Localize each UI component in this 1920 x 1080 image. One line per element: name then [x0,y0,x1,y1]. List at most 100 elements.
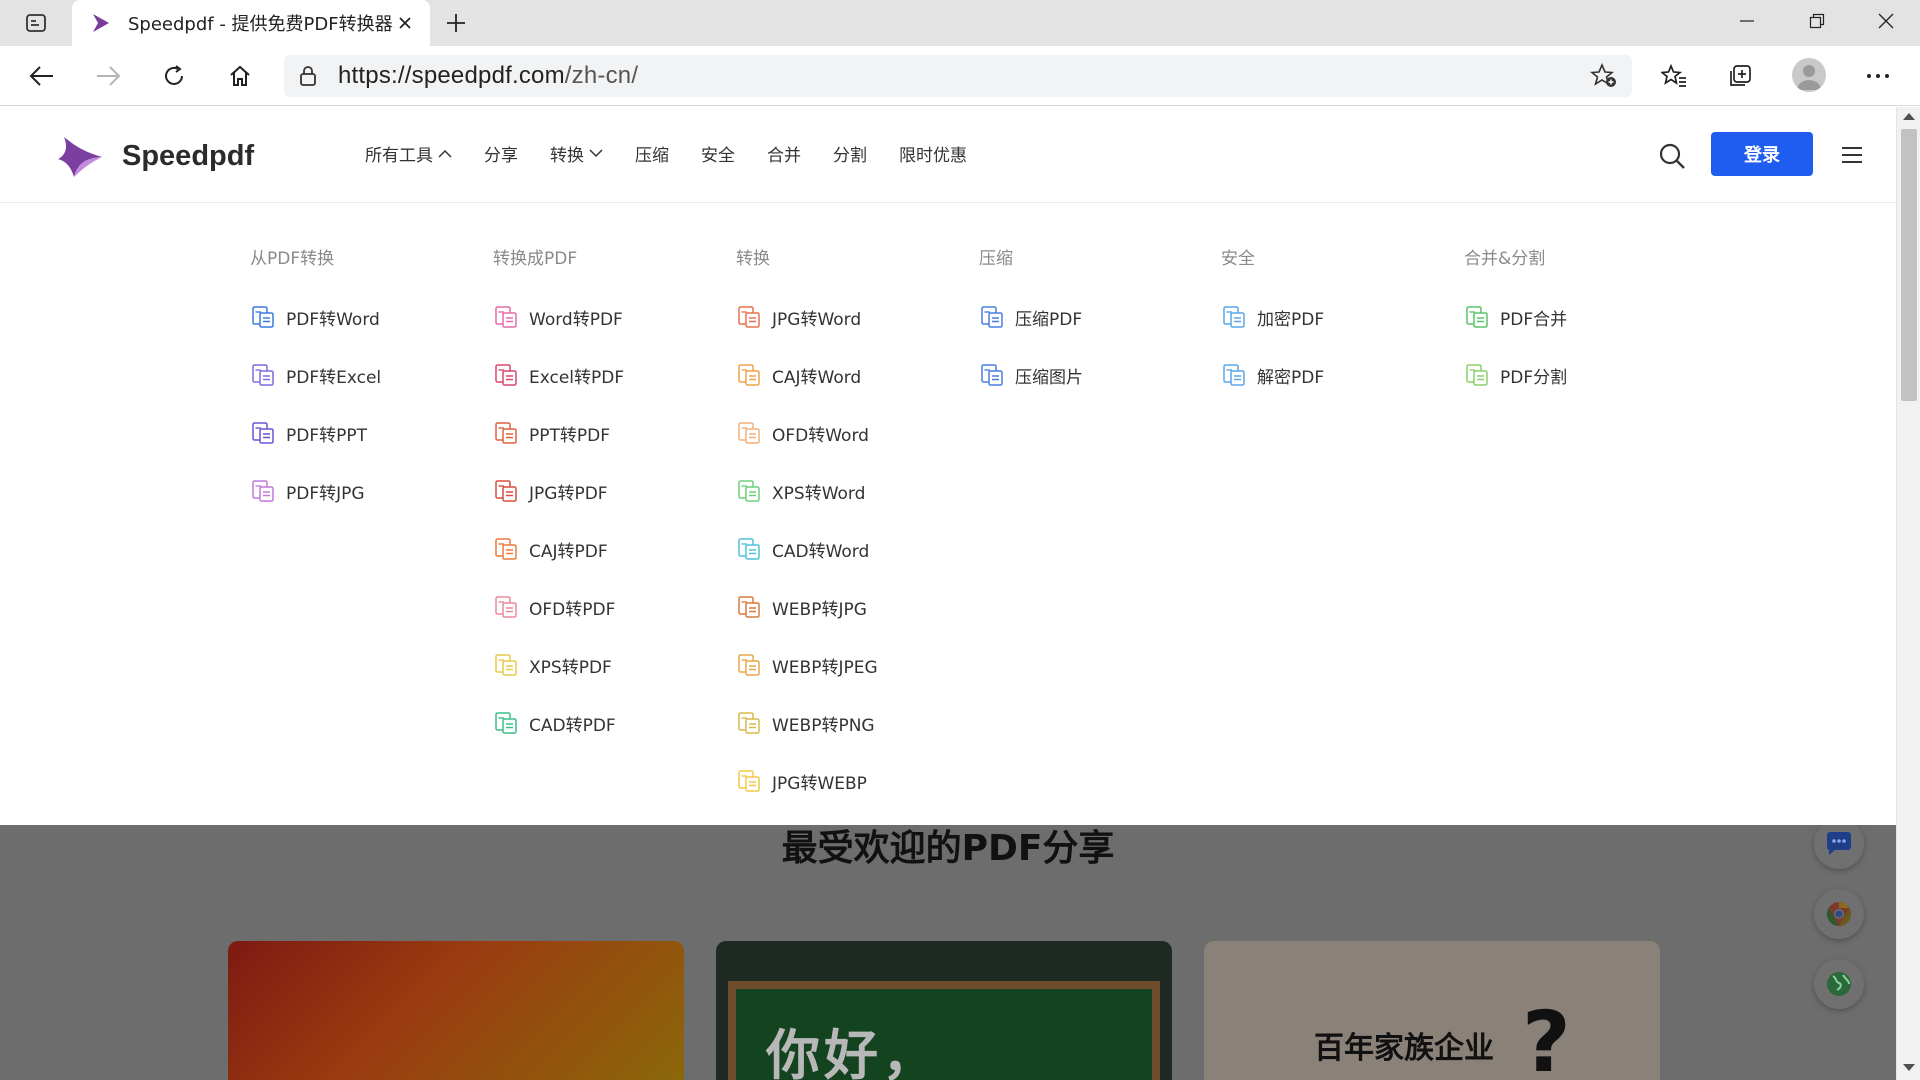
minimize-button[interactable] [1716,0,1778,42]
menu-tool-link[interactable]: CAD转Word [736,520,956,578]
site-search-button[interactable] [1657,141,1687,171]
hamburger-menu-button[interactable] [1840,143,1864,167]
share-card[interactable]: 你好， [716,941,1172,1080]
chrome-icon [1826,902,1852,926]
nav-share[interactable]: 分享 [484,141,518,166]
menu-tool-link[interactable]: JPG转WEBP [736,752,956,810]
webp-to-png-icon [736,710,762,736]
menu-column-title: 转换成PDF [493,249,578,269]
nav-split[interactable]: 分割 [833,141,867,166]
menu-tool-link[interactable]: 压缩PDF [979,288,1199,346]
menu-tool-link[interactable]: 加密PDF [1221,288,1441,346]
nav-all-tools[interactable]: 所有工具 [365,141,452,166]
xps-to-pdf-icon [493,652,519,678]
menu-tool-link[interactable]: JPG转PDF [493,462,713,520]
site-header: Speedpdf 所有工具 分享 转换 压缩 安全 合并 分割 限时优惠 登录 [0,107,1896,203]
home-button[interactable] [218,56,262,96]
main-nav: 所有工具 分享 转换 压缩 安全 合并 分割 限时优惠 [365,141,999,166]
nav-merge[interactable]: 合并 [767,141,801,166]
more-options-button[interactable] [1856,56,1900,96]
menu-tool-link[interactable]: JPG转Word [736,288,956,346]
hamburger-icon [1842,147,1862,163]
scrollbar-thumb[interactable] [1901,129,1917,401]
restore-button[interactable] [1786,0,1848,42]
page-scrollbar[interactable] [1896,107,1920,1080]
menu-tool-link[interactable]: PDF转Excel [250,346,470,404]
menu-tool-link[interactable]: WEBP转JPG [736,578,956,636]
menu-tool-link[interactable]: PDF转PPT [250,404,470,462]
nav-compress[interactable]: 压缩 [635,141,669,166]
pdf-to-jpg-icon [250,478,276,504]
language-button[interactable] [1814,959,1864,1009]
menu-tool-link[interactable]: PDF合并 [1464,288,1684,346]
restore-icon [1809,13,1825,29]
address-bar[interactable]: https://speedpdf.com/zh-cn/ [284,55,1632,97]
lock-icon[interactable] [298,65,338,87]
menu-tool-label: CAJ转Word [772,367,862,388]
menu-tool-label: PDF转Word [286,309,380,330]
menu-tool-label: JPG转PDF [529,483,608,504]
nav-security[interactable]: 安全 [701,141,735,166]
menu-tool-link[interactable]: CAJ转PDF [493,520,713,578]
menu-tool-link[interactable]: 压缩图片 [979,346,1199,404]
scroll-up-arrow-icon[interactable] [1903,113,1915,120]
back-button[interactable] [20,56,64,96]
share-card[interactable]: 百年家族企业 ? [1204,941,1660,1080]
menu-tool-link[interactable]: CAD转PDF [493,694,713,752]
card-image-text: 你好， [766,1024,940,1080]
close-window-button[interactable] [1855,0,1917,42]
menu-tool-link[interactable]: OFD转Word [736,404,956,462]
url-text[interactable]: https://speedpdf.com/zh-cn/ [338,62,638,90]
brand-name: Speedpdf [122,139,255,172]
chrome-extension-button[interactable] [1814,889,1864,939]
menu-tool-link[interactable]: 解密PDF [1221,346,1441,404]
site-logo[interactable]: Speedpdf [56,131,254,181]
menu-tool-label: PDF分割 [1500,367,1568,388]
profile-avatar[interactable] [1792,58,1826,92]
collections-button[interactable] [1718,56,1762,96]
menu-column: 从PDF转换 PDF转Word PDF转Excel PDF转PPT PDF转JPG [250,244,470,520]
menu-tool-label: OFD转Word [772,425,869,446]
menu-tool-label: 压缩图片 [1015,367,1083,388]
menu-tool-link[interactable]: WEBP转PNG [736,694,956,752]
menu-tool-link[interactable]: XPS转Word [736,462,956,520]
menu-column: 合并&分割 PDF合并 PDF分割 [1464,244,1684,404]
plus-icon [447,14,465,32]
new-tab-button[interactable] [440,8,472,38]
search-icon [1659,143,1685,169]
tab-actions-button[interactable] [14,9,58,37]
favorites-button[interactable] [1652,56,1696,96]
tab-actions-icon [26,14,46,32]
login-button[interactable]: 登录 [1711,132,1813,176]
scroll-down-arrow-icon[interactable] [1903,1064,1915,1071]
menu-tool-link[interactable]: PDF转JPG [250,462,470,520]
menu-tool-link[interactable]: CAJ转Word [736,346,956,404]
menu-tool-label: OFD转PDF [529,599,616,620]
menu-tool-link[interactable]: Word转PDF [493,288,713,346]
menu-tool-link[interactable]: PPT转PDF [493,404,713,462]
menu-tool-link[interactable]: PDF分割 [1464,346,1684,404]
menu-tool-label: JPG转Word [772,309,862,330]
tab-close-icon[interactable] [394,12,416,34]
menu-tool-link[interactable]: OFD转PDF [493,578,713,636]
share-card[interactable] [228,941,684,1080]
forward-button[interactable] [86,56,130,96]
menu-tool-link[interactable]: PDF转Word [250,288,470,346]
speedpdf-favicon-icon [90,11,114,35]
add-favorite-icon[interactable] [1589,62,1618,89]
menu-tool-link[interactable]: WEBP转JPEG [736,636,956,694]
menu-tool-label: PDF转Excel [286,367,382,388]
active-tab[interactable]: Speedpdf - 提供免费PDF转换器、 [72,0,430,46]
back-arrow-icon [29,66,53,86]
pdf-to-word-icon [250,304,276,330]
menu-column: 压缩 压缩PDF 压缩图片 [979,244,1199,404]
menu-tool-link[interactable]: XPS转PDF [493,636,713,694]
nav-label: 压缩 [635,146,669,166]
refresh-button[interactable] [152,56,196,96]
menu-tool-label: PDF合并 [1500,309,1568,330]
nav-limited-offer[interactable]: 限时优惠 [899,141,967,166]
card-image-text: 百年家族企业 [1314,1031,1494,1066]
menu-tool-label: 解密PDF [1257,367,1325,388]
menu-tool-link[interactable]: Excel转PDF [493,346,713,404]
nav-convert[interactable]: 转换 [550,141,603,166]
